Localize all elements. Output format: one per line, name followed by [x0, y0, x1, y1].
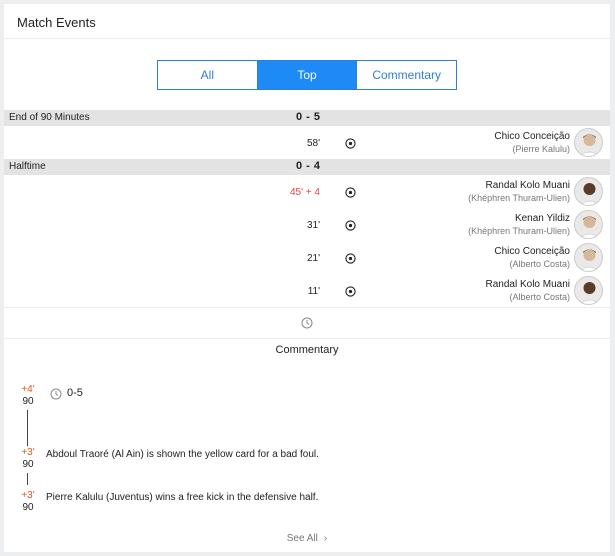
timeline-connector: [27, 410, 28, 446]
period-label: End of 90 Minutes: [9, 112, 90, 123]
player-name[interactable]: Randal Kolo Muani: [486, 279, 571, 291]
base-minute: 90: [22, 502, 34, 513]
commentary-title: Commentary: [275, 344, 339, 356]
assist-name: (Khéphren Thuram-Ulien): [468, 226, 570, 236]
goal-ball-icon: [345, 138, 356, 149]
event-player: Chico Conceição (Pierre Kalulu): [494, 131, 570, 155]
clock-icon: [50, 388, 62, 400]
event-minute: 21': [306, 253, 320, 264]
avatar[interactable]: [574, 128, 603, 157]
added-time: +4': [21, 384, 35, 395]
see-all-link[interactable]: See All ›: [4, 533, 610, 544]
event-minute: 11': [307, 286, 320, 297]
assist-name: (Pierre Kalulu): [512, 144, 570, 154]
commentary-minute: +4' 90: [20, 384, 36, 408]
tab-top[interactable]: Top: [256, 61, 357, 89]
timeline-connector: [27, 473, 28, 485]
avatar[interactable]: [574, 177, 603, 206]
event-minute: 58': [306, 138, 320, 149]
events-list: End of 90 Minutes 0 - 5 58' Chico Concei…: [4, 110, 610, 339]
commentary-text: Pierre Kalulu (Juventus) wins a free kic…: [46, 492, 319, 503]
period-score: 0 - 5: [296, 111, 321, 123]
event-minute: 31': [306, 220, 320, 231]
commentary-minute: +3' 90: [20, 490, 36, 514]
clock-icon: [301, 317, 313, 329]
period-header: Halftime 0 - 4: [4, 159, 610, 175]
commentary-text: 0-5: [67, 387, 83, 399]
card-title: Match Events: [4, 4, 610, 39]
period-score: 0 - 4: [296, 160, 321, 172]
commentary-text: Abdoul Traoré (Al Ain) is shown the yell…: [46, 449, 319, 460]
added-time: +3': [21, 490, 35, 501]
event-player: Kenan Yildiz (Khéphren Thuram-Ulien): [468, 213, 570, 237]
goal-ball-icon: [345, 220, 356, 231]
period-label: Halftime: [9, 161, 46, 172]
event-row[interactable]: 31' Kenan Yildiz (Khéphren Thuram-Ulien): [4, 208, 610, 241]
chevron-right-icon: ›: [323, 533, 328, 544]
player-name[interactable]: Chico Conceição: [494, 131, 570, 143]
tab-all[interactable]: All: [158, 61, 257, 89]
commentary-minute: +3' 90: [20, 447, 36, 471]
tab-commentary[interactable]: Commentary: [356, 61, 457, 89]
match-events-card: Match Events All Top Commentary End of 9…: [4, 4, 610, 552]
base-minute: 90: [22, 396, 34, 407]
event-player: Randal Kolo Muani (Khéphren Thuram-Ulien…: [468, 180, 570, 204]
period-header: End of 90 Minutes 0 - 5: [4, 110, 610, 126]
assist-name: (Alberto Costa): [509, 259, 570, 269]
avatar[interactable]: [574, 210, 603, 239]
divider: [4, 338, 610, 339]
assist-name: (Alberto Costa): [509, 292, 570, 302]
player-name[interactable]: Kenan Yildiz: [468, 213, 570, 225]
base-minute: 90: [22, 459, 34, 470]
event-row[interactable]: 11' Randal Kolo Muani (Alberto Costa): [4, 274, 610, 307]
event-row[interactable]: 21' Chico Conceição (Alberto Costa): [4, 241, 610, 274]
assist-name: (Khéphren Thuram-Ulien): [468, 193, 570, 203]
event-row[interactable]: 58' Chico Conceição (Pierre Kalulu): [4, 126, 610, 159]
avatar[interactable]: [574, 243, 603, 272]
event-row[interactable]: 45' + 4 Randal Kolo Muani (Khéphren Thur…: [4, 175, 610, 208]
event-player: Randal Kolo Muani (Alberto Costa): [486, 279, 571, 303]
player-name[interactable]: Randal Kolo Muani: [468, 180, 571, 192]
goal-ball-icon: [345, 286, 356, 297]
see-all-label: See All: [286, 533, 318, 544]
goal-ball-icon: [345, 253, 356, 264]
full-time-marker: [4, 308, 610, 338]
player-name[interactable]: Chico Conceição: [494, 246, 570, 258]
added-time: +3': [21, 447, 35, 458]
event-minute: 45' + 4: [290, 187, 320, 198]
goal-ball-icon: [345, 187, 356, 198]
avatar[interactable]: [574, 276, 603, 305]
event-player: Chico Conceição (Alberto Costa): [494, 246, 570, 270]
filter-tabs: All Top Commentary: [157, 60, 457, 90]
